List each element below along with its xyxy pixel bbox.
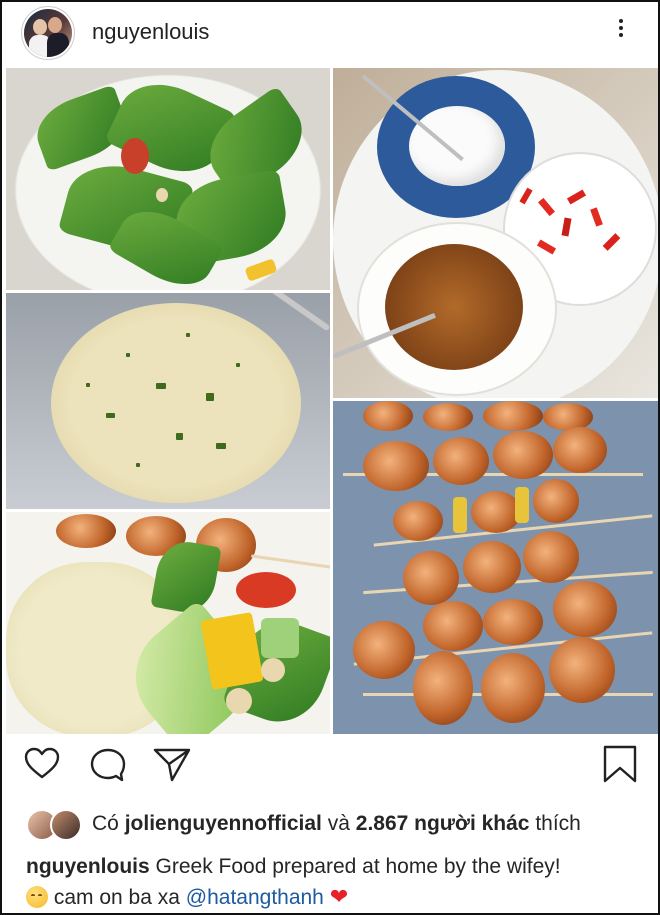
heart-icon[interactable] bbox=[22, 744, 62, 784]
salad-photo bbox=[6, 68, 330, 290]
post-username[interactable]: nguyenlouis bbox=[92, 19, 209, 45]
liker-username[interactable]: jolienguyennofficial bbox=[125, 812, 322, 835]
likes-row: Có jolienguyennofficial và 2.867 người k… bbox=[2, 806, 658, 841]
send-icon[interactable] bbox=[152, 744, 192, 784]
liker-avatar[interactable] bbox=[50, 809, 82, 841]
couscous-photo bbox=[6, 293, 330, 509]
instagram-post: nguyenlouis Có jolienguyennofficial và 2… bbox=[0, 0, 660, 915]
likes-others-count[interactable]: 2.867 người khác bbox=[356, 812, 530, 835]
likes-prefix: Có bbox=[92, 812, 119, 835]
action-bar bbox=[2, 744, 658, 794]
plated-meal-photo bbox=[6, 512, 330, 734]
red-heart-emoji: ❤ bbox=[329, 884, 349, 909]
likes-suffix: thích bbox=[535, 812, 581, 835]
post-caption: nguyenlouis Greek Food prepared at home … bbox=[26, 852, 646, 913]
caption-mention[interactable]: @hatangthanh bbox=[186, 886, 324, 909]
likes-text: Có jolienguyennofficial và 2.867 người k… bbox=[92, 812, 581, 836]
caption-username[interactable]: nguyenlouis bbox=[26, 855, 150, 878]
photo-collage[interactable] bbox=[2, 68, 658, 734]
dips-photo bbox=[333, 68, 658, 398]
more-vertical-icon[interactable] bbox=[616, 16, 626, 46]
caption-line2: cam on ba xa bbox=[53, 886, 180, 909]
bookmark-icon[interactable] bbox=[600, 744, 640, 784]
comment-icon[interactable] bbox=[88, 744, 128, 784]
skewers-photo bbox=[333, 401, 658, 734]
post-header: nguyenlouis bbox=[2, 2, 658, 64]
smiling-emoji-icon bbox=[26, 886, 48, 908]
caption-text: Greek Food prepared at home by the wifey… bbox=[155, 855, 561, 878]
profile-avatar[interactable] bbox=[24, 9, 72, 57]
likes-conjunction: và bbox=[327, 812, 350, 835]
